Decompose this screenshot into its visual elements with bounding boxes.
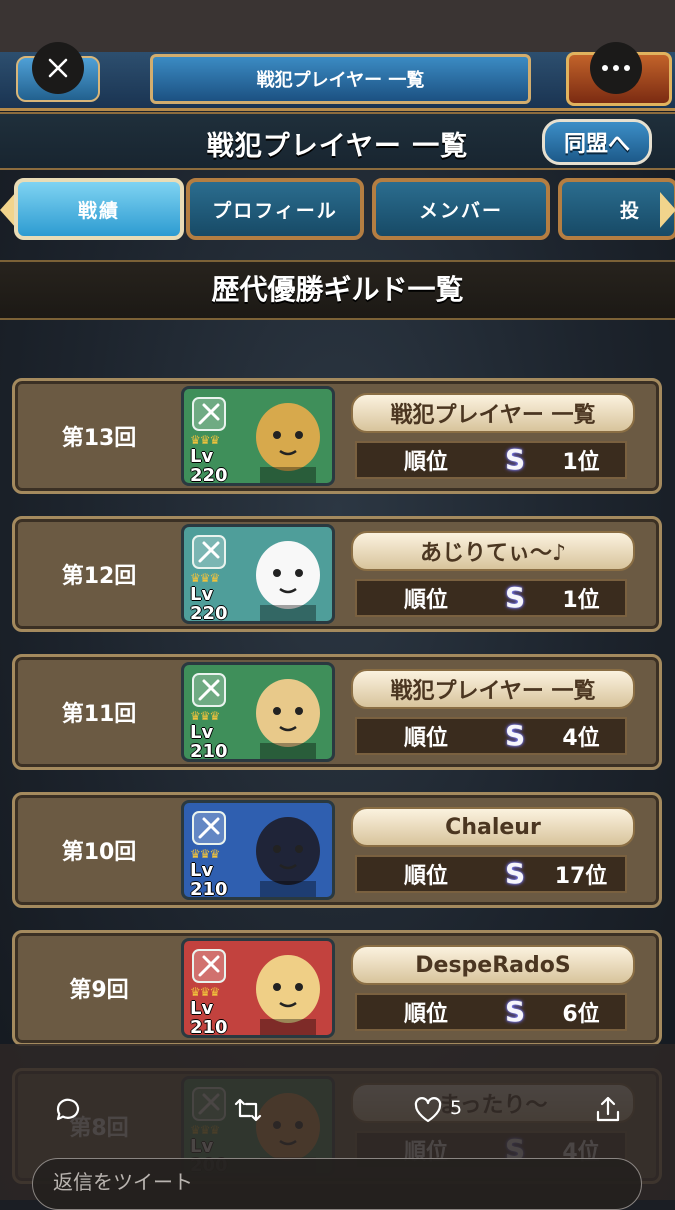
guild-name: Chaleur	[351, 807, 635, 847]
close-button[interactable]	[32, 42, 84, 94]
rank-bar: 順位 S 1位	[355, 579, 627, 617]
tab-bar: 戦績 プロフィール メンバー 投	[0, 178, 675, 246]
level-value: 210	[190, 741, 228, 762]
level-display: Lv 210	[190, 998, 228, 1038]
class-emblem-icon	[192, 949, 226, 983]
rank-label: 順位	[403, 864, 448, 889]
rank-value: 1位	[562, 450, 600, 475]
guild-name: 戦犯プレイヤー 一覧	[351, 669, 635, 709]
grade-icon: S	[505, 443, 526, 476]
grade-icon: S	[505, 995, 526, 1028]
character-avatar	[256, 403, 320, 483]
list-item[interactable]: 第13回 ♛♛♛ Lv 220 戦犯プレイヤー 一覧 順位 S 1位	[12, 378, 662, 494]
more-icon	[602, 65, 630, 71]
level-label: Lv	[190, 584, 214, 605]
class-emblem-icon	[192, 397, 226, 431]
round-number: 第11回	[61, 702, 137, 727]
rank-value: 1位	[562, 588, 600, 613]
level-label: Lv	[190, 860, 214, 881]
reply-icon[interactable]	[52, 1094, 84, 1126]
rank-label: 順位	[403, 450, 448, 475]
level-value: 220	[190, 465, 228, 486]
rank-bar: 順位 S 17位	[355, 855, 627, 893]
character-portrait[interactable]: ♛♛♛ Lv 220	[181, 386, 335, 486]
character-portrait[interactable]: ♛♛♛ Lv 210	[181, 800, 335, 900]
class-emblem-icon	[192, 811, 226, 845]
list-item[interactable]: 第9回 ♛♛♛ Lv 210 DespeRadoS 順位 S 6位	[12, 930, 662, 1046]
level-display: Lv 210	[190, 860, 228, 900]
rank-bar: 順位 S 4位	[355, 717, 627, 755]
tab-record[interactable]: 戦績	[14, 178, 184, 240]
rank-value: 4位	[562, 726, 600, 751]
star-rank-icon: ♛♛♛	[190, 985, 220, 999]
alliance-button[interactable]: 同盟へ	[542, 119, 652, 165]
tweet-actions: 5	[0, 1082, 675, 1138]
rank-value: 6位	[562, 1002, 600, 1027]
level-display: Lv 220	[190, 446, 228, 486]
rank-bar: 順位 S 1位	[355, 441, 627, 479]
like-count: 5	[450, 1097, 463, 1119]
round-number: 第13回	[61, 426, 137, 451]
level-value: 210	[190, 879, 228, 900]
tab-more[interactable]: 投	[558, 178, 675, 240]
game-screen: 戦犯プレイヤー 一覧 戦犯プレイヤー 一覧 同盟へ 戦績 プロフィール メンバー…	[0, 52, 675, 1200]
star-rank-icon: ♛♛♛	[190, 709, 220, 723]
character-portrait[interactable]: ♛♛♛ Lv 210	[181, 662, 335, 762]
level-label: Lv	[190, 446, 214, 467]
grade-icon: S	[505, 719, 526, 752]
grade-icon: S	[505, 857, 526, 890]
level-value: 210	[190, 1017, 228, 1038]
level-label: Lv	[190, 722, 214, 743]
tab-right-arrow-icon[interactable]	[660, 192, 675, 228]
star-rank-icon: ♛♛♛	[190, 433, 220, 447]
character-avatar	[256, 817, 320, 897]
more-button[interactable]	[590, 42, 642, 94]
guild-name: あじりてぃ～♪	[351, 531, 635, 571]
guild-name: DespeRadoS	[351, 945, 635, 985]
top-bar: 戦犯プレイヤー 一覧	[0, 52, 675, 111]
like-icon[interactable]	[412, 1094, 444, 1126]
character-portrait[interactable]: ♛♛♛ Lv 210	[181, 938, 335, 1038]
reply-input[interactable]: 返信をツイート	[32, 1158, 642, 1210]
character-portrait[interactable]: ♛♛♛ Lv 220	[181, 524, 335, 624]
round-number: 第12回	[61, 564, 137, 589]
round-number: 第9回	[69, 978, 129, 1003]
rank-label: 順位	[403, 588, 448, 613]
section-title: 歴代優勝ギルド一覧	[0, 260, 675, 320]
grade-icon: S	[505, 581, 526, 614]
tab-profile[interactable]: プロフィール	[186, 178, 364, 240]
list-item[interactable]: 第11回 ♛♛♛ Lv 210 戦犯プレイヤー 一覧 順位 S 4位	[12, 654, 662, 770]
level-label: Lv	[190, 998, 214, 1019]
tab-members[interactable]: メンバー	[372, 178, 550, 240]
list-item[interactable]: 第10回 ♛♛♛ Lv 210 Chaleur 順位 S 17位	[12, 792, 662, 908]
share-icon[interactable]	[592, 1094, 624, 1126]
status-bar	[0, 0, 675, 52]
page-header: 戦犯プレイヤー 一覧 同盟へ	[0, 112, 675, 170]
guild-name: 戦犯プレイヤー 一覧	[351, 393, 635, 433]
level-display: Lv 210	[190, 722, 228, 762]
character-avatar	[256, 541, 320, 621]
round-number: 第10回	[61, 840, 137, 865]
level-display: Lv 220	[190, 584, 228, 624]
rank-bar: 順位 S 6位	[355, 993, 627, 1031]
rank-value: 17位	[554, 864, 608, 889]
class-emblem-icon	[192, 673, 226, 707]
character-avatar	[256, 955, 320, 1035]
rank-label: 順位	[403, 726, 448, 751]
close-icon	[48, 58, 68, 78]
top-title: 戦犯プレイヤー 一覧	[150, 54, 531, 104]
rank-label: 順位	[403, 1002, 448, 1027]
list-item[interactable]: 第12回 ♛♛♛ Lv 220 あじりてぃ～♪ 順位 S 1位	[12, 516, 662, 632]
star-rank-icon: ♛♛♛	[190, 571, 220, 585]
retweet-icon[interactable]	[232, 1094, 264, 1126]
class-emblem-icon	[192, 535, 226, 569]
level-value: 220	[190, 603, 228, 624]
character-avatar	[256, 679, 320, 759]
star-rank-icon: ♛♛♛	[190, 847, 220, 861]
